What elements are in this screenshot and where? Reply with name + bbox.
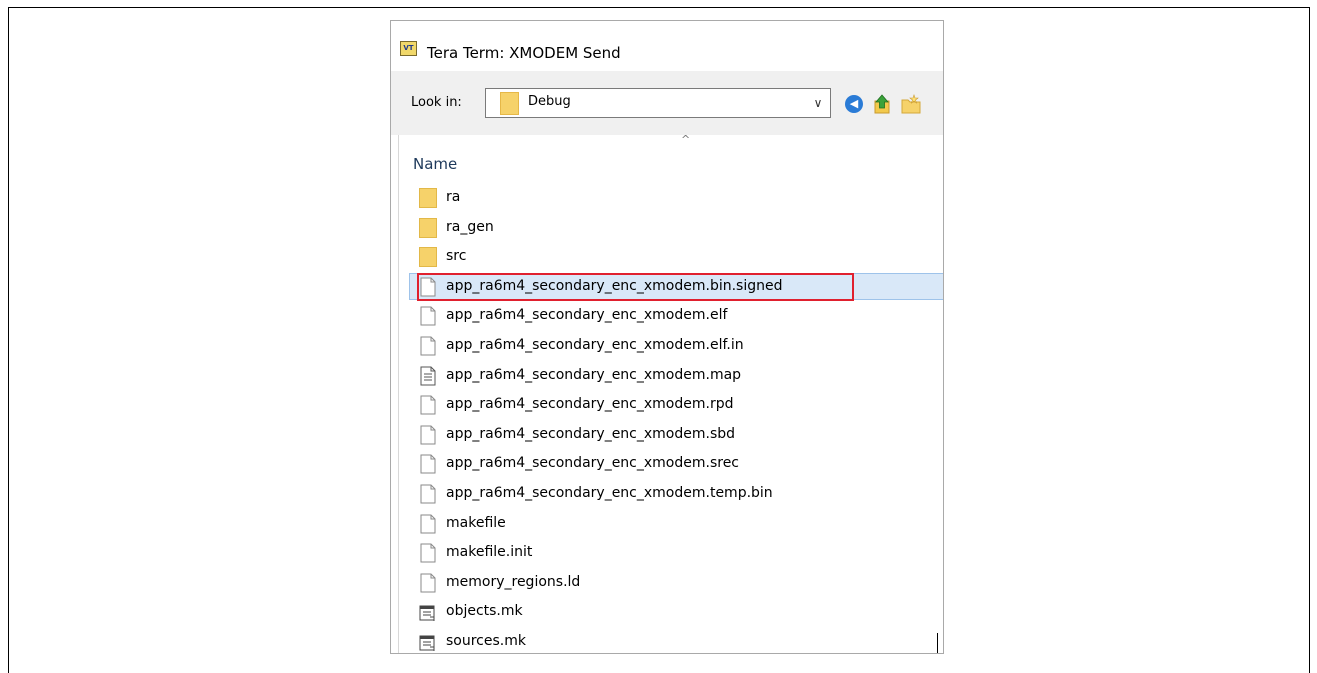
- file-name-label: sources.mk: [446, 632, 526, 649]
- new-folder-icon[interactable]: [901, 93, 921, 115]
- file-row[interactable]: app_ra6m4_secondary_enc_xmodem.srec: [391, 449, 943, 479]
- look-in-value: Debug: [528, 94, 571, 109]
- look-in-toolbar: Look in: Debug ∨ ◀: [391, 71, 943, 135]
- file-row[interactable]: makefile: [391, 509, 943, 539]
- file-name-label: app_ra6m4_secondary_enc_xmodem.rpd: [446, 396, 734, 413]
- file-icon: [419, 277, 437, 297]
- chevron-down-icon[interactable]: ∨: [810, 93, 826, 113]
- file-row[interactable]: app_ra6m4_secondary_enc_xmodem.map: [391, 361, 943, 391]
- file-icon: [419, 454, 437, 474]
- file-name-label: app_ra6m4_secondary_enc_xmodem.map: [446, 366, 742, 383]
- file-icon: [419, 573, 437, 593]
- file-list[interactable]: ^ Name ra ra_gensrc app_ra6m4_secondary_en…: [391, 133, 943, 653]
- look-in-label: Look in:: [411, 95, 462, 110]
- folder-icon: [419, 247, 437, 268]
- file-row[interactable]: app_ra6m4_secondary_enc_xmodem.rpd: [391, 390, 943, 420]
- file-icon: [419, 514, 437, 534]
- file-icon: [419, 484, 437, 504]
- dialog-title: Tera Term: XMODEM Send: [427, 44, 621, 62]
- column-header-name[interactable]: Name: [413, 155, 457, 173]
- file-name-label: ra: [446, 189, 461, 205]
- file-name-label: makefile.init: [446, 544, 533, 561]
- file-icon: [419, 543, 437, 563]
- folder-icon: [500, 92, 519, 115]
- xmodem-send-dialog: VT Tera Term: XMODEM Send Look in: Debug…: [390, 20, 944, 654]
- file-row[interactable]: sources.mk: [391, 627, 943, 653]
- back-arrow-icon[interactable]: ◀: [845, 95, 863, 113]
- makefile-icon: [419, 632, 437, 652]
- file-name-label: objects.mk: [446, 603, 523, 620]
- file-icon: [419, 336, 437, 356]
- text-file-icon: [419, 366, 437, 386]
- file-row[interactable]: app_ra6m4_secondary_enc_xmodem.sbd: [391, 420, 943, 450]
- file-name-label: memory_regions.ld: [446, 573, 581, 590]
- file-name-label: app_ra6m4_secondary_enc_xmodem.srec: [446, 455, 740, 472]
- file-name-label: app_ra6m4_secondary_enc_xmodem.bin.signe…: [446, 277, 783, 294]
- file-row[interactable]: app_ra6m4_secondary_enc_xmodem.elf: [391, 301, 943, 331]
- file-icon: [419, 425, 437, 445]
- file-name-label: app_ra6m4_secondary_enc_xmodem.elf.in: [446, 336, 744, 353]
- file-icon: [419, 306, 437, 326]
- folder-row[interactable]: src: [391, 242, 943, 272]
- file-name-label: app_ra6m4_secondary_enc_xmodem.temp.bin: [446, 484, 773, 501]
- file-row[interactable]: objects.mk: [391, 597, 943, 627]
- folder-icon: [419, 217, 437, 238]
- title-bar[interactable]: VT Tera Term: XMODEM Send: [391, 21, 943, 71]
- file-icon: [419, 395, 437, 415]
- file-row[interactable]: app_ra6m4_secondary_enc_xmodem.elf.in: [391, 331, 943, 361]
- file-name-label: app_ra6m4_secondary_enc_xmodem.sbd: [446, 425, 736, 442]
- file-name-label: app_ra6m4_secondary_enc_xmodem.elf: [446, 307, 728, 324]
- makefile-icon: [419, 602, 437, 622]
- tera-term-app-icon: VT: [400, 41, 417, 56]
- file-row[interactable]: app_ra6m4_secondary_enc_xmodem.temp.bin: [391, 479, 943, 509]
- file-name-label: makefile: [446, 514, 506, 531]
- file-row[interactable]: app_ra6m4_secondary_enc_xmodem.bin.signe…: [391, 272, 943, 302]
- file-row[interactable]: memory_regions.ld: [391, 568, 943, 598]
- sort-ascending-icon: ^: [681, 133, 691, 146]
- folder-row[interactable]: ra_gen: [391, 213, 943, 243]
- file-row[interactable]: makefile.init: [391, 538, 943, 568]
- look-in-dropdown[interactable]: Debug ∨: [485, 88, 831, 118]
- file-name-label: src: [446, 248, 467, 265]
- folder-row[interactable]: ra: [391, 183, 943, 213]
- file-name-label: ra_gen: [446, 218, 494, 235]
- up-folder-icon[interactable]: [873, 93, 893, 115]
- text-cursor-mark: [937, 633, 938, 653]
- folder-icon: [419, 188, 437, 208]
- file-rows: ra ra_gensrc app_ra6m4_secondary_enc_xmode…: [391, 183, 943, 653]
